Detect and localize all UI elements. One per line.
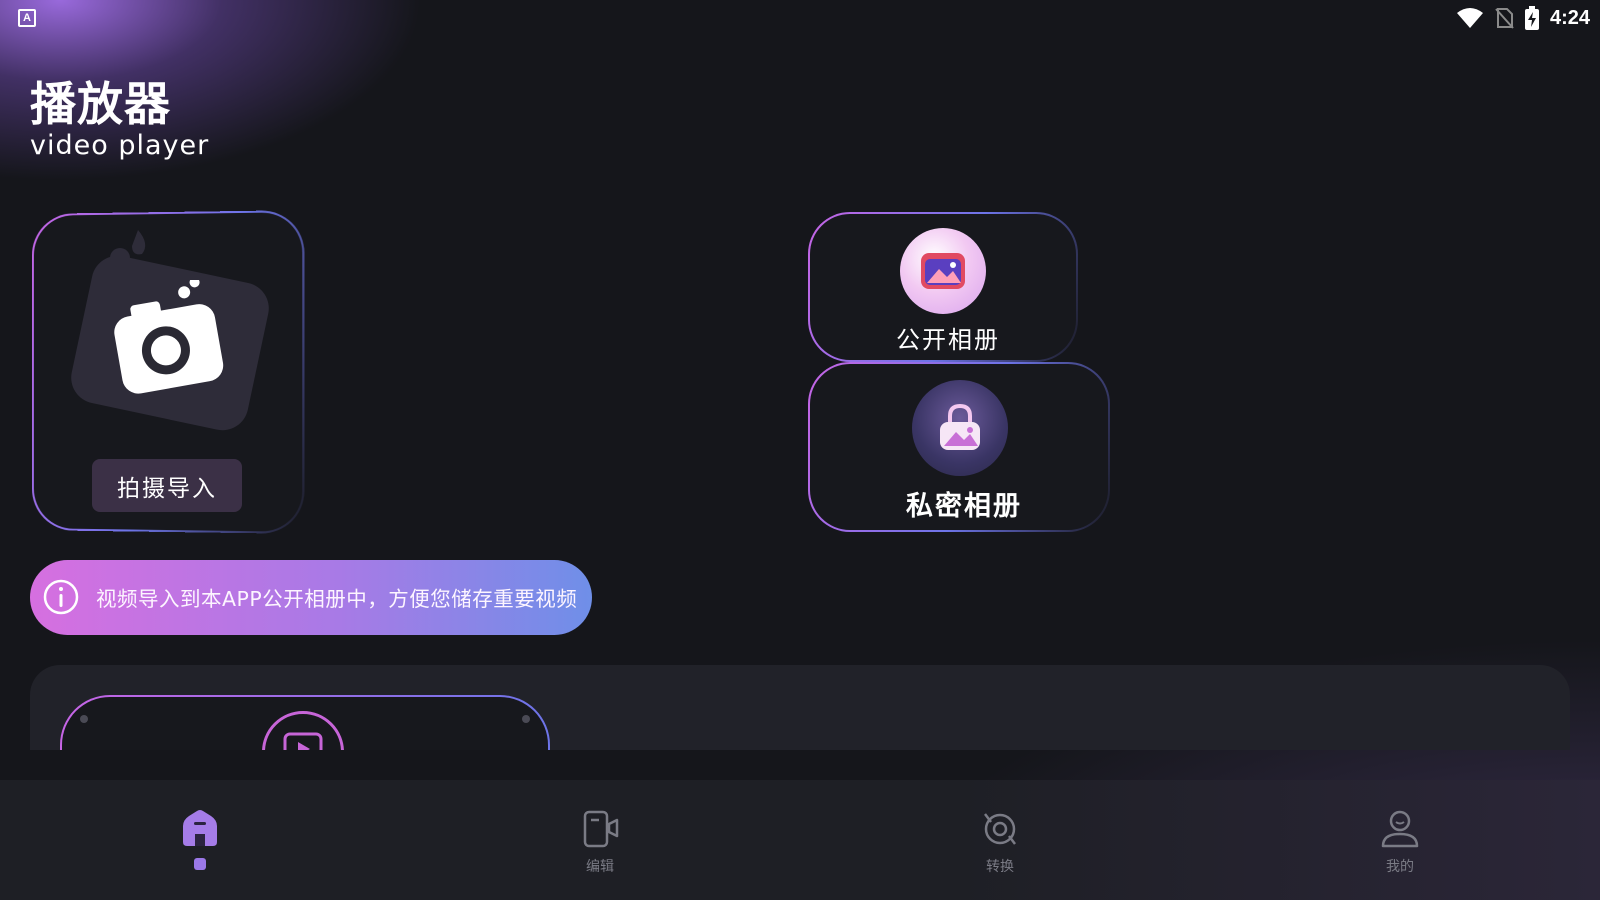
status-time: 4:24 — [1549, 6, 1590, 29]
app-notification-icon: A — [18, 9, 36, 27]
nav-active-indicator — [194, 858, 206, 870]
nav-profile[interactable]: 我的 — [1200, 780, 1600, 900]
info-icon — [43, 579, 79, 615]
battery-charging-icon — [1524, 6, 1539, 30]
status-bar: A 4:24 — [0, 0, 1600, 36]
decor-dot-right — [522, 715, 530, 723]
bottom-navigation: 编辑 转换 我的 — [0, 780, 1600, 900]
nav-convert[interactable]: 转换 — [800, 780, 1200, 900]
private-album-label: 私密相册 — [906, 491, 1022, 522]
nav-profile-label: 我的 — [1386, 859, 1414, 875]
wifi-icon — [1456, 8, 1483, 28]
nav-edit[interactable]: 编辑 — [400, 780, 800, 900]
public-album-icon — [900, 228, 986, 314]
profile-icon — [1381, 810, 1419, 848]
nav-edit-label: 编辑 — [586, 859, 614, 875]
nav-home[interactable] — [0, 780, 400, 900]
private-album-lock-icon — [912, 380, 1008, 476]
public-album-label: 公开相册 — [896, 326, 1000, 354]
page-subtitle: video player — [30, 130, 210, 161]
info-banner: 视频导入到本APP公开相册中，方便您储存重要视频 — [30, 560, 592, 635]
video-import-card[interactable] — [60, 695, 550, 750]
nav-convert-label: 转换 — [986, 859, 1014, 875]
decor-drops-icon — [110, 230, 146, 268]
decor-dot-left — [80, 715, 88, 723]
shoot-import-button[interactable]: 拍摄导入 — [92, 459, 242, 512]
home-icon — [183, 810, 217, 846]
video-list-panel — [30, 665, 1570, 750]
video-play-icon — [262, 711, 344, 750]
edit-video-icon — [583, 810, 619, 848]
convert-icon — [984, 813, 1016, 845]
info-banner-text: 视频导入到本APP公开相册中，方便您储存重要视频 — [96, 587, 578, 611]
camera-icon — [114, 280, 224, 394]
status-icons: 4:24 — [1456, 4, 1590, 32]
page-title: 播放器 — [30, 77, 171, 131]
no-sim-icon — [1495, 8, 1514, 29]
